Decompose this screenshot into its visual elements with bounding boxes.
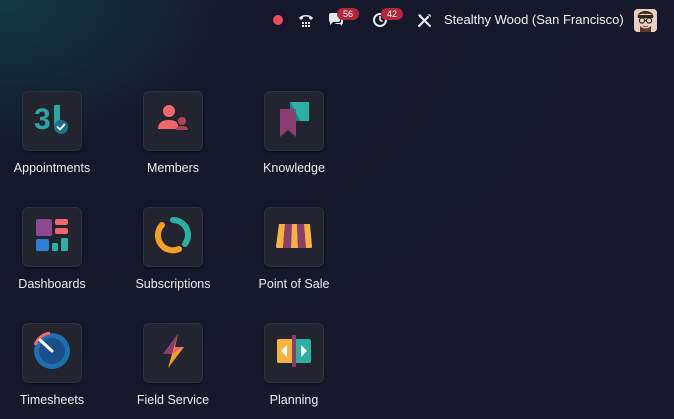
app-field-service[interactable]: Field Service bbox=[118, 323, 228, 407]
app-label: Dashboards bbox=[18, 277, 86, 291]
phone-icon[interactable] bbox=[296, 10, 316, 30]
point-of-sale-icon bbox=[274, 215, 314, 260]
app-tile[interactable] bbox=[143, 207, 203, 267]
app-label: Point of Sale bbox=[258, 277, 330, 291]
app-tile[interactable] bbox=[22, 207, 82, 267]
recording-dot-icon[interactable] bbox=[273, 15, 283, 25]
top-navbar: 56 42 Stealthy Wood (San Francisco) bbox=[0, 0, 674, 40]
user-avatar[interactable] bbox=[634, 9, 657, 32]
app-members[interactable]: Members bbox=[118, 91, 228, 175]
app-tile[interactable]: 3 bbox=[22, 91, 82, 151]
svg-text:3: 3 bbox=[34, 103, 51, 136]
app-tile[interactable] bbox=[264, 91, 324, 151]
app-appointments[interactable]: 3 Appointments bbox=[0, 91, 107, 175]
app-label: Members bbox=[146, 161, 200, 175]
activities-badge: 42 bbox=[381, 8, 403, 20]
app-label: Appointments bbox=[13, 161, 91, 175]
planning-icon bbox=[274, 331, 314, 376]
app-timesheets[interactable]: Timesheets bbox=[0, 323, 107, 407]
dashboards-icon bbox=[32, 215, 72, 260]
app-dashboards[interactable]: Dashboards bbox=[0, 207, 107, 291]
company-switcher[interactable]: Stealthy Wood (San Francisco) bbox=[444, 12, 624, 27]
app-planning[interactable]: Planning bbox=[239, 323, 349, 407]
members-icon bbox=[153, 99, 193, 144]
calendar-31-icon: 3 bbox=[32, 99, 72, 144]
field-service-icon bbox=[153, 331, 193, 376]
app-label: Timesheets bbox=[19, 393, 85, 407]
app-subscriptions[interactable]: Subscriptions bbox=[118, 207, 228, 291]
app-label: Subscriptions bbox=[135, 277, 211, 291]
timesheets-icon bbox=[31, 330, 73, 377]
app-tile[interactable] bbox=[22, 323, 82, 383]
subscriptions-icon bbox=[153, 215, 193, 260]
messages-badge: 56 bbox=[337, 8, 359, 20]
chat-icon[interactable]: 56 bbox=[326, 8, 359, 30]
app-tile[interactable] bbox=[264, 323, 324, 383]
knowledge-icon bbox=[274, 99, 314, 144]
tools-icon[interactable] bbox=[414, 10, 434, 30]
app-point-of-sale[interactable]: Point of Sale bbox=[239, 207, 349, 291]
app-label: Field Service bbox=[136, 393, 210, 407]
app-tile[interactable] bbox=[264, 207, 324, 267]
app-knowledge[interactable]: Knowledge bbox=[239, 91, 349, 175]
clock-icon[interactable]: 42 bbox=[370, 8, 403, 30]
app-label: Knowledge bbox=[263, 161, 325, 175]
app-label: Planning bbox=[269, 393, 319, 407]
app-tile[interactable] bbox=[143, 91, 203, 151]
app-tile[interactable] bbox=[143, 323, 203, 383]
